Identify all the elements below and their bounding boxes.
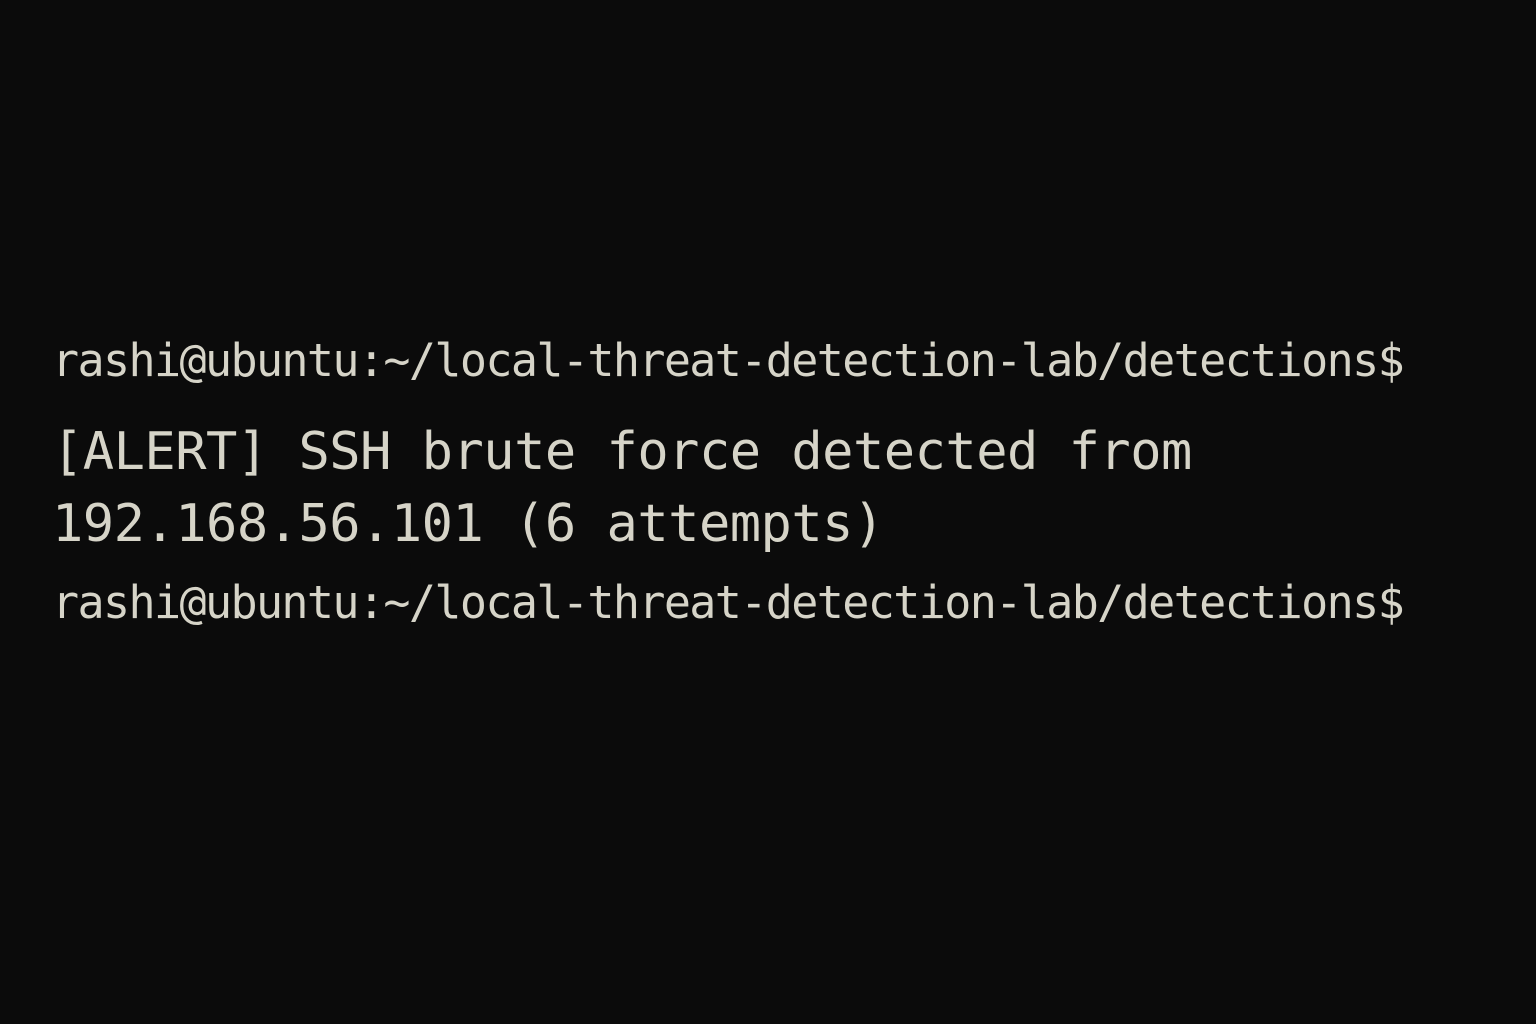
alert-message: [ALERT] SSH brute force detected from 19… bbox=[52, 416, 1496, 560]
alert-line-1: [ALERT] SSH brute force detected from bbox=[52, 422, 1192, 482]
shell-prompt-active[interactable]: rashi@ubuntu:~/local-threat-detection-la… bbox=[52, 580, 1496, 638]
alert-line-2: 192.168.56.101 (6 attempts) bbox=[52, 494, 884, 554]
terminal-output: rashi@ubuntu:~/local-threat-detection-la… bbox=[52, 338, 1496, 638]
terminal-window[interactable]: rashi@ubuntu:~/local-threat-detection-la… bbox=[0, 0, 1536, 1024]
shell-prompt: rashi@ubuntu:~/local-threat-detection-la… bbox=[52, 334, 1405, 387]
